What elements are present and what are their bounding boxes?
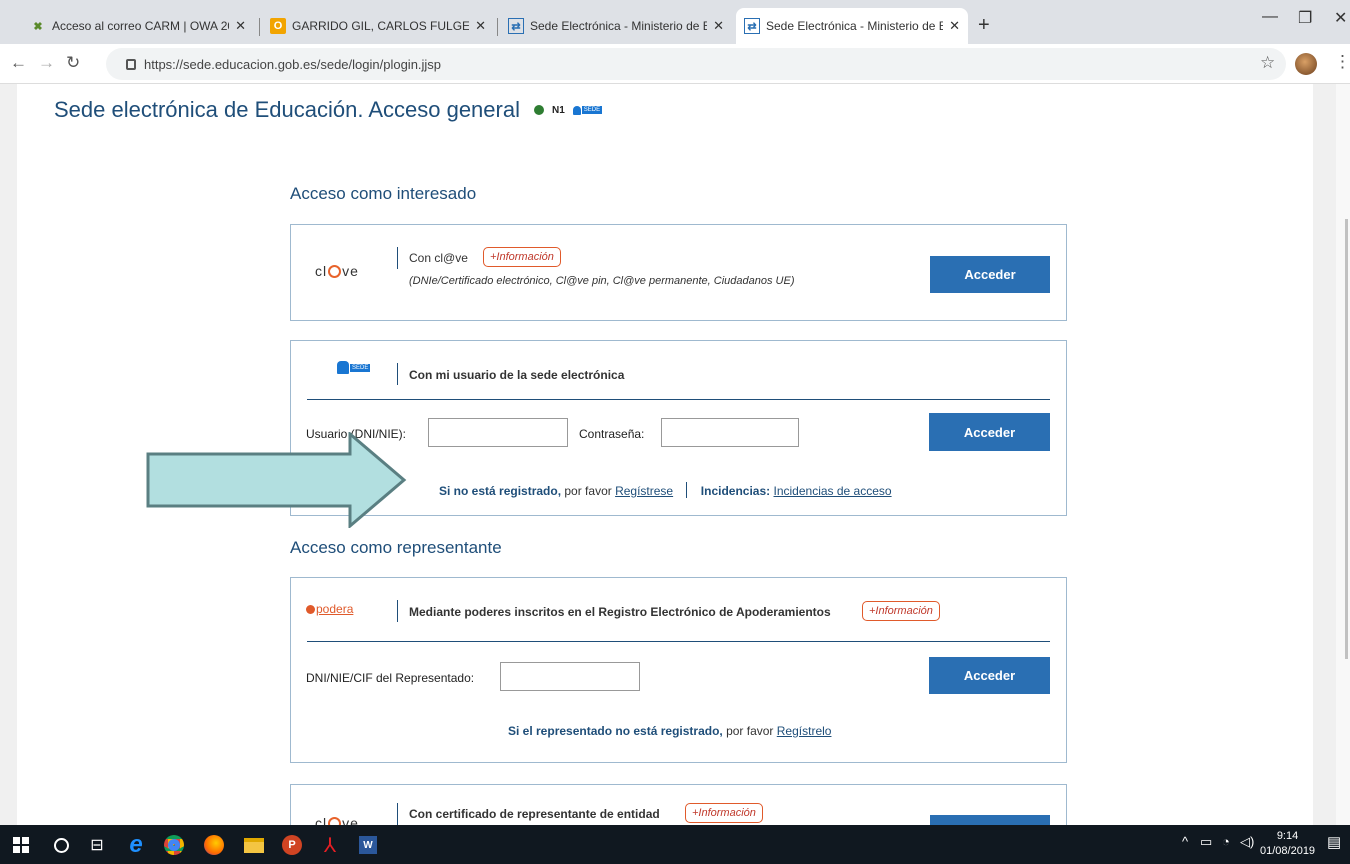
left-margin (0, 84, 17, 825)
representado-registration-line: Si el representado no está registrado, p… (508, 724, 832, 738)
certificado-acceder-button[interactable] (930, 815, 1050, 825)
clave-card: cl ve Con cl@ve +Información (DNIe/Certif… (290, 224, 1067, 321)
search-circle-icon[interactable] (48, 832, 74, 858)
outlook-icon: O (270, 18, 286, 34)
wifi-icon[interactable]: ◔ (1222, 834, 1230, 849)
menu-kebab-icon[interactable]: ⋮ (1334, 52, 1350, 72)
sede-user-icon: SEDE (337, 361, 371, 374)
apodera-acceder-button[interactable]: Acceder (929, 657, 1050, 694)
check-icon (533, 105, 544, 115)
clave-logo: cl ve (315, 263, 359, 279)
tab-correo-carm[interactable]: ✖ Acceso al correo CARM | OWA 20 ✕ (22, 8, 254, 44)
clave-title: Con cl@ve (409, 251, 468, 265)
certificado-info-button[interactable]: +Información (685, 803, 763, 823)
acrobat-icon[interactable]: ⅄ (316, 832, 344, 858)
sede-user-icon: SEDE (572, 105, 603, 115)
chrome-icon[interactable] (160, 832, 188, 858)
password-label: Contraseña: (579, 427, 645, 441)
windows-start-icon[interactable] (8, 832, 34, 858)
page-title: Sede electrónica de Educación. Acceso ge… (54, 97, 603, 122)
close-icon[interactable]: ✕ (949, 18, 960, 34)
arrow-shape (146, 432, 407, 528)
lock-icon (126, 58, 136, 70)
tab-sede-1[interactable]: ⇄ Sede Electrónica - Ministerio de E ✕ (500, 8, 732, 44)
tab-separator (497, 18, 498, 36)
section-representante-heading: Acceso como representante (290, 538, 502, 557)
minimize-icon[interactable]: — (1262, 8, 1278, 26)
bookmark-star-icon[interactable]: ☆ (1260, 53, 1275, 73)
browser-tab-strip: ✖ Acceso al correo CARM | OWA 20 ✕ O GAR… (0, 0, 1350, 44)
window-close-icon[interactable]: ✕ (1334, 8, 1347, 28)
chevron-up-icon[interactable]: ^ (1182, 834, 1188, 849)
section-interesado-heading: Acceso como interesado (290, 184, 477, 203)
usuario-title: Con mi usuario de la sede electrónica (409, 368, 625, 382)
dni-representado-input[interactable] (500, 662, 640, 691)
firefox-icon[interactable] (200, 832, 228, 858)
new-tab-plus-icon[interactable]: + (978, 14, 990, 37)
restore-icon[interactable]: ❐ (1298, 8, 1312, 28)
close-icon[interactable]: ✕ (713, 18, 724, 34)
file-explorer-icon[interactable] (240, 832, 268, 858)
apodera-logo: podera (306, 602, 353, 616)
profile-avatar[interactable] (1295, 53, 1317, 75)
registrelo-link[interactable]: Regístrelo (777, 724, 832, 738)
address-bar: ← → ↻ https://sede.educacion.gob.es/sede… (0, 44, 1350, 84)
tab-separator (259, 18, 260, 36)
close-icon[interactable]: ✕ (235, 18, 246, 34)
clave-at-icon (328, 265, 342, 278)
internet-explorer-icon[interactable]: e (122, 831, 150, 858)
password-input[interactable] (661, 418, 799, 447)
certificado-card: cl ve Con certificado de representante de… (290, 784, 1067, 825)
back-arrow-icon[interactable]: ← (10, 53, 27, 73)
usuario-acceder-button[interactable]: Acceder (929, 413, 1050, 451)
task-view-icon[interactable]: ⊟ (84, 832, 110, 858)
apodera-info-button[interactable]: +Información (862, 601, 940, 621)
dni-representado-label: DNI/NIE/CIF del Representado: (306, 671, 475, 685)
carm-icon: ✖ (33, 20, 43, 33)
tab-outlook[interactable]: O GARRIDO GIL, CARLOS FULGENC ✕ (262, 8, 494, 44)
word-icon[interactable]: W (354, 832, 382, 858)
apodera-title: Mediante poderes inscritos en el Registr… (409, 605, 831, 619)
incidencias-link[interactable]: Incidencias de acceso (774, 484, 892, 498)
url-field[interactable]: https://sede.educacion.gob.es/sede/login… (106, 48, 1286, 80)
registration-line: Si no está registrado, por favor Regístr… (439, 482, 892, 498)
clave-info-button[interactable]: +Información (483, 247, 561, 267)
sede-favicon: ⇄ (744, 18, 760, 34)
page-content: Sede electrónica de Educación. Acceso ge… (0, 84, 1350, 825)
reload-icon[interactable]: ↻ (66, 53, 80, 73)
sede-favicon: ⇄ (508, 18, 524, 34)
usuario-input[interactable] (428, 418, 568, 447)
apodera-card: podera Mediante poderes inscritos en el … (290, 577, 1067, 763)
clave-acceder-button[interactable]: Acceder (930, 256, 1050, 293)
registrese-link[interactable]: Regístrese (615, 484, 673, 498)
certificado-title: Con certificado de representante de enti… (409, 807, 660, 821)
forward-arrow-icon[interactable]: → (38, 53, 55, 73)
clave-logo: cl ve (315, 815, 359, 825)
right-margin (1313, 84, 1336, 825)
notifications-icon[interactable]: ▤ (1327, 833, 1341, 851)
volume-icon[interactable]: ◁) (1240, 834, 1254, 850)
annotation-arrow (146, 432, 407, 528)
system-clock[interactable]: 9:14 01/08/2019 (1260, 829, 1315, 859)
tab-sede-active[interactable]: ⇄ Sede Electrónica - Ministerio de E ✕ (736, 8, 968, 44)
level-badge: N1 (551, 104, 565, 116)
close-icon[interactable]: ✕ (475, 18, 486, 34)
scrollbar-thumb[interactable] (1345, 219, 1348, 659)
network-icon[interactable]: ▭ (1200, 834, 1212, 850)
apodera-icon (306, 605, 315, 614)
clave-description: (DNIe/Certificado electrónico, Cl@ve pin… (409, 275, 795, 287)
powerpoint-icon[interactable]: P (278, 832, 306, 858)
